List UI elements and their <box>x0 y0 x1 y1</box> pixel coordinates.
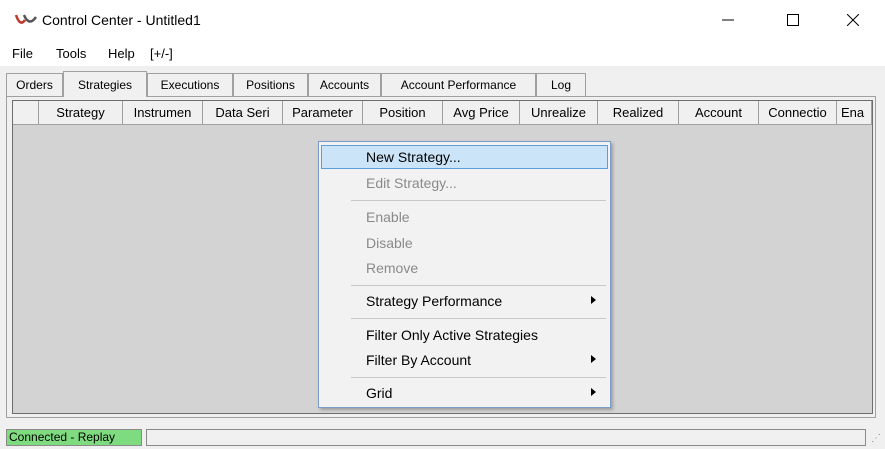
col-unrealized[interactable]: Unrealize <box>520 101 598 125</box>
status-panel-empty <box>146 429 866 446</box>
tab-positions[interactable]: Positions <box>233 73 308 96</box>
close-icon <box>847 14 859 26</box>
menu-grid-label: Grid <box>366 385 393 401</box>
menu-bar: File Tools Help [+/-] <box>0 40 885 66</box>
menu-separator <box>351 318 606 319</box>
tab-strategies[interactable]: Strategies <box>63 71 147 97</box>
menu-filter-by-account-label: Filter By Account <box>366 352 472 368</box>
close-button[interactable] <box>830 0 876 40</box>
maximize-button[interactable] <box>770 0 816 40</box>
menu-separator <box>351 377 606 378</box>
col-avg-price[interactable]: Avg Price <box>443 101 520 125</box>
resize-grip-icon[interactable]: ⋰ <box>871 434 881 445</box>
menu-grid[interactable]: Grid <box>321 381 608 405</box>
grid-header: Strategy Instrumen Data Seri Parameter P… <box>13 101 872 125</box>
col-connection[interactable]: Connectio <box>759 101 837 125</box>
title-bar: Control Center - Untitled1 <box>0 0 885 40</box>
tab-account-performance[interactable]: Account Performance <box>381 73 536 96</box>
menu-help[interactable]: Help <box>108 46 135 61</box>
menu-file[interactable]: File <box>12 46 33 61</box>
col-strategy[interactable]: Strategy <box>39 101 123 125</box>
status-bar: Connected - Replay ⋰ <box>0 425 885 449</box>
col-realized[interactable]: Realized <box>598 101 679 125</box>
menu-tools[interactable]: Tools <box>56 46 86 61</box>
row-header-corner <box>13 101 39 125</box>
menu-new-strategy[interactable]: New Strategy... <box>321 145 608 169</box>
col-position[interactable]: Position <box>363 101 443 125</box>
menu-strategy-performance[interactable]: Strategy Performance <box>321 289 608 313</box>
menu-separator <box>351 200 606 201</box>
col-account[interactable]: Account <box>679 101 759 125</box>
tab-orders[interactable]: Orders <box>6 73 63 96</box>
menu-filter-by-account[interactable]: Filter By Account <box>321 348 608 372</box>
menu-filter-active[interactable]: Filter Only Active Strategies <box>321 323 608 347</box>
submenu-arrow-icon <box>591 296 596 304</box>
tab-log[interactable]: Log <box>536 73 586 96</box>
context-menu: New Strategy... Edit Strategy... Enable … <box>318 141 611 408</box>
menu-edit-strategy[interactable]: Edit Strategy... <box>321 171 608 195</box>
submenu-arrow-icon <box>591 388 596 396</box>
tab-executions[interactable]: Executions <box>147 73 233 96</box>
minimize-button[interactable] <box>705 0 751 40</box>
col-parameter[interactable]: Parameter <box>283 101 363 125</box>
window-title: Control Center - Untitled1 <box>42 12 201 28</box>
menu-separator <box>351 285 606 286</box>
col-enabled[interactable]: Ena <box>837 101 872 125</box>
minimize-icon <box>722 19 734 21</box>
menu-disable[interactable]: Disable <box>321 231 608 255</box>
menu-strategy-performance-label: Strategy Performance <box>366 293 503 309</box>
menu-enable[interactable]: Enable <box>321 205 608 229</box>
app-logo-icon <box>14 14 38 24</box>
tab-accounts[interactable]: Accounts <box>308 73 381 96</box>
connection-status: Connected - Replay <box>6 429 142 446</box>
col-data-series[interactable]: Data Seri <box>203 101 283 125</box>
maximize-icon <box>787 14 799 26</box>
menu-remove[interactable]: Remove <box>321 256 608 280</box>
menu-toggle[interactable]: [+/-] <box>150 46 173 61</box>
col-instrument[interactable]: Instrumen <box>123 101 203 125</box>
submenu-arrow-icon <box>591 355 596 363</box>
